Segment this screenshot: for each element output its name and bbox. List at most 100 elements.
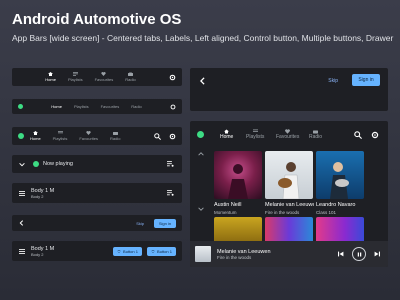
playlist-icon (252, 129, 258, 133)
app-logo-icon (18, 133, 24, 139)
tab-label: Playlists (52, 136, 68, 141)
media-card-image[interactable] (214, 217, 262, 243)
button-label: Button 1 (157, 248, 172, 254)
tab-label: Playlists (246, 134, 265, 140)
skip-next-icon[interactable] (374, 251, 380, 257)
back-arrow-icon[interactable] (200, 77, 205, 85)
menu-icon[interactable] (19, 190, 25, 196)
search-icon[interactable] (154, 132, 161, 140)
heart-icon (285, 128, 291, 134)
wifi-icon (117, 249, 121, 253)
tab-home[interactable]: Home (220, 129, 233, 140)
app-bar-now-playing: Now playing (12, 155, 182, 173)
tab-playlists[interactable]: Playlists (74, 104, 89, 109)
heart-icon (86, 131, 91, 135)
scroll-up-icon[interactable] (198, 152, 204, 156)
back-arrow-icon[interactable] (19, 220, 24, 226)
media-card-image[interactable] (316, 217, 364, 243)
tab-favourites[interactable]: Favourites (276, 128, 299, 140)
tab-radio[interactable]: Radio (125, 72, 136, 82)
tab-favourites[interactable]: Favourites (101, 104, 120, 109)
pause-icon (357, 252, 361, 256)
tab-label: Radio (309, 134, 323, 140)
menu-icon[interactable] (19, 248, 25, 254)
button-1[interactable]: Button 1 (113, 246, 142, 256)
home-icon (224, 129, 230, 133)
media-browser-panel: Home Playlists Favourites Radio Austin N… (190, 121, 388, 267)
media-card-image[interactable] (265, 217, 313, 243)
tab-home[interactable]: Home (51, 104, 62, 109)
gear-icon[interactable] (169, 133, 176, 140)
mini-player[interactable]: Melanie van Leeuwen Fire in the woods (190, 241, 388, 267)
guitarist-silhouette-icon (330, 162, 349, 199)
app-bar-labels: Home Playlists Favourites Radio (12, 99, 182, 114)
tab-label: Radio (110, 136, 121, 141)
body-subtitle: Body 2 (31, 193, 44, 199)
card-subtitle: Momentum (214, 210, 237, 215)
media-card-image[interactable] (214, 151, 262, 199)
tab-home[interactable]: Home (30, 131, 41, 141)
skip-previous-icon[interactable] (338, 251, 344, 257)
tab-playlists[interactable]: Playlists (68, 72, 83, 82)
app-bar-control-buttons: Skip Sign in (12, 215, 182, 231)
gear-icon[interactable] (371, 131, 379, 139)
tab-label: Home (51, 104, 62, 109)
tab-label: Home (30, 136, 41, 141)
app-logo-icon (197, 131, 204, 138)
wifi-icon (151, 249, 155, 253)
home-icon (48, 72, 54, 76)
page-title: Android Automotive OS (12, 11, 182, 28)
gear-icon[interactable] (169, 74, 176, 81)
card-title: Melanie van Leeuwen (265, 202, 314, 208)
tab-home[interactable]: Home (45, 72, 56, 82)
card-subtitle: Class 101 (316, 210, 337, 215)
tab-label: Playlists (73, 104, 89, 109)
app-bar-centered-tabs: Home Playlists Favourites Radio (12, 68, 182, 86)
media-card-image[interactable] (265, 151, 313, 200)
home-icon (32, 131, 38, 135)
tab-label: Favourites (79, 136, 99, 141)
tab-label: Favourites (100, 104, 120, 109)
queue-music-icon[interactable] (167, 190, 174, 196)
tab-label: Home (45, 77, 56, 82)
body-subtitle: Body 2 (31, 251, 44, 257)
card-title: Leandro Navaro (316, 202, 356, 208)
pause-button[interactable] (352, 247, 366, 261)
tab-radio[interactable]: Radio (309, 129, 322, 140)
app-logo-icon (18, 104, 23, 109)
tab-favourites[interactable]: Favourites (95, 72, 113, 82)
app-logo-icon (33, 161, 39, 167)
skip-button[interactable]: Skip (136, 221, 144, 226)
player-subtitle: Fire in the woods (217, 254, 252, 260)
search-icon[interactable] (354, 131, 362, 139)
page-subtitle: App Bars [wide screen] - Centered tabs, … (12, 33, 394, 43)
tab-label: Radio (125, 77, 136, 82)
performer-silhouette-icon (228, 164, 248, 199)
card-title: Austin Neill (214, 202, 242, 208)
guitarist-silhouette-icon (278, 162, 300, 200)
album-art-thumbnail (195, 246, 211, 262)
button-1-secondary[interactable]: Button 1 (147, 246, 176, 256)
card-subtitle: Fire in the woods (265, 210, 300, 215)
playlist-icon (57, 131, 63, 135)
scroll-down-icon[interactable] (198, 207, 204, 211)
now-playing-label: Now playing (43, 161, 73, 167)
tab-label: Home (220, 134, 234, 140)
queue-music-icon[interactable] (167, 161, 174, 167)
gear-icon[interactable] (170, 104, 176, 110)
chevron-down-icon[interactable] (19, 162, 25, 167)
media-card-image[interactable] (316, 151, 364, 199)
sign-in-button[interactable]: Sign in (352, 74, 380, 86)
tab-radio[interactable]: Radio (110, 131, 120, 141)
app-bar-multiple-buttons: Body 1 M Body 2 Button 1 Button 1 (12, 241, 182, 261)
tab-playlists[interactable]: Playlists (246, 129, 264, 140)
radio-icon (313, 129, 319, 133)
tab-radio[interactable]: Radio (131, 104, 141, 109)
skip-button[interactable]: Skip (328, 78, 338, 84)
app-bar-large-control: Skip Sign in (190, 68, 388, 111)
sign-in-button[interactable]: Sign in (154, 218, 176, 228)
radio-icon (128, 72, 134, 76)
tab-favourites[interactable]: Favourites (79, 131, 98, 141)
heart-icon (101, 72, 107, 76)
tab-playlists[interactable]: Playlists (52, 131, 68, 141)
